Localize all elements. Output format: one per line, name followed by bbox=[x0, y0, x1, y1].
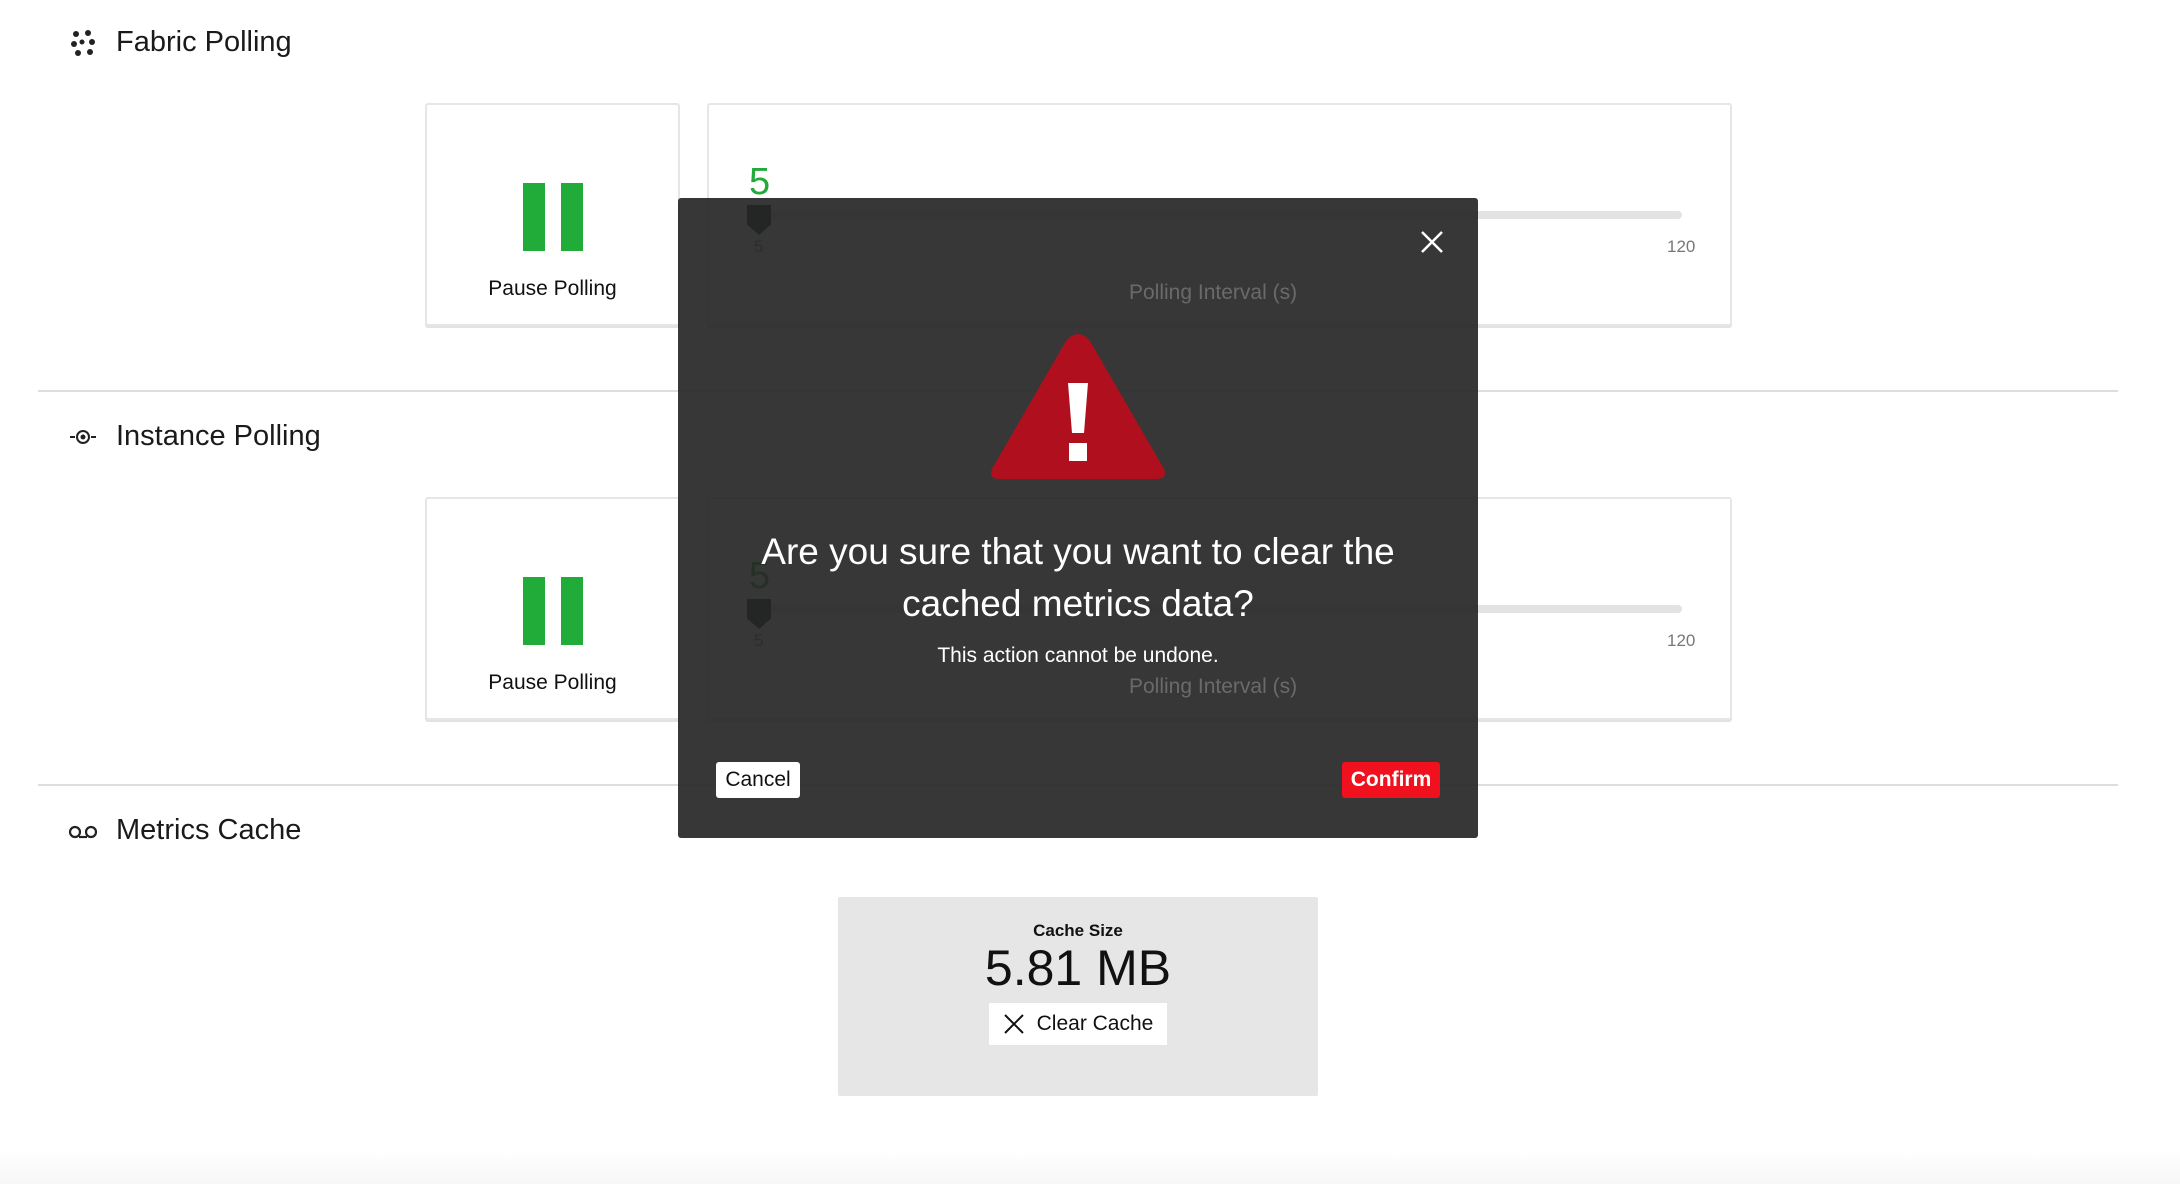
slider-max: 120 bbox=[1667, 631, 1696, 650]
section-title: Instance Polling bbox=[116, 420, 321, 452]
close-icon bbox=[1003, 1014, 1024, 1034]
pause-polling-button[interactable]: Pause Polling bbox=[425, 497, 680, 720]
dialog-subtitle: This action cannot be undone. bbox=[937, 644, 1219, 667]
section-title: Fabric Polling bbox=[116, 26, 292, 58]
cancel-button[interactable]: Cancel bbox=[716, 762, 800, 798]
dialog-title: Are you sure that you want to clear the … bbox=[761, 531, 1395, 624]
network-nodes-icon bbox=[71, 29, 95, 56]
instance-gear-icon bbox=[70, 429, 96, 444]
cache-card: Cache Size 5.81 MB Clear Cache bbox=[838, 897, 1318, 1096]
clear-cache-button[interactable]: Clear Cache bbox=[989, 1003, 1167, 1045]
pause-icon bbox=[523, 183, 583, 251]
slider-label: Polling Interval (s) bbox=[1129, 675, 1298, 698]
pause-label: Pause Polling bbox=[488, 671, 617, 694]
cache-size-label: Cache Size bbox=[1033, 921, 1123, 940]
pause-label: Pause Polling bbox=[488, 277, 617, 300]
clear-cache-label: Clear Cache bbox=[1036, 1012, 1154, 1035]
instance-polling-header: Instance Polling bbox=[68, 420, 321, 453]
close-icon[interactable] bbox=[1420, 230, 1444, 254]
warning-icon bbox=[991, 334, 1165, 479]
pause-polling-button[interactable]: Pause Polling bbox=[425, 103, 680, 326]
pause-icon bbox=[523, 577, 583, 645]
section-title: Metrics Cache bbox=[116, 814, 302, 846]
cache-icon bbox=[68, 825, 98, 838]
cache-size-value: 5.81 MB bbox=[984, 940, 1172, 996]
confirm-dialog: Are you sure that you want to clear the … bbox=[678, 198, 1478, 838]
fabric-polling-header: Fabric Polling bbox=[68, 26, 292, 59]
metrics-cache-header: Metrics Cache bbox=[68, 814, 301, 847]
page-footer bbox=[0, 1150, 2180, 1184]
slider-max: 120 bbox=[1667, 237, 1696, 256]
confirm-button[interactable]: Confirm bbox=[1342, 762, 1440, 798]
slider-label: Polling Interval (s) bbox=[1129, 281, 1298, 304]
